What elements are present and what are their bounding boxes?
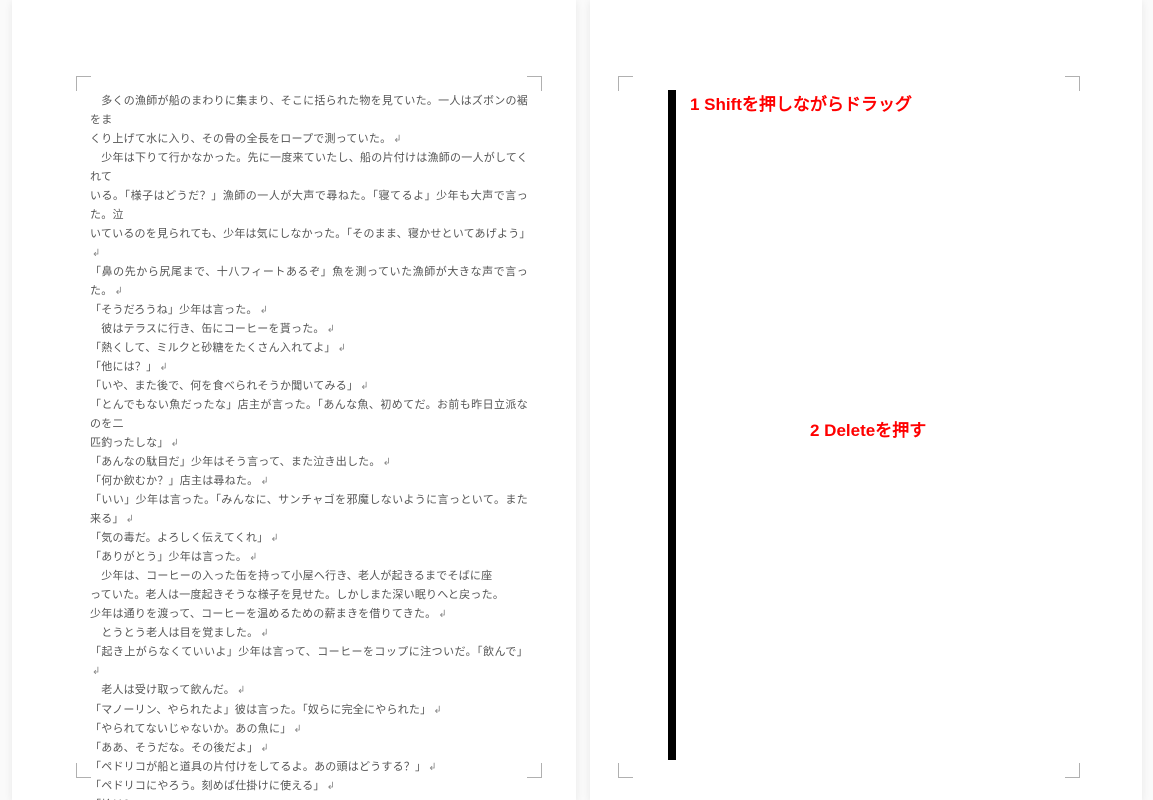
- paragraph-mark-icon: ↲: [260, 305, 269, 316]
- document-canvas: 多くの漁師が船のまわりに集まり、そこに括られた物を見ていた。一人はズボンの裾をま…: [0, 0, 1153, 800]
- annotation-delete: 2 Deleteを押す: [810, 416, 926, 441]
- paragraph-mark-icon: ↲: [360, 381, 369, 392]
- paragraph-mark-icon: ↲: [270, 533, 279, 544]
- paragraph-mark-icon: ↲: [171, 438, 180, 449]
- paragraph-mark-icon: ↲: [114, 286, 123, 297]
- paragraph-mark-icon: ↲: [327, 781, 336, 792]
- paragraph-mark-icon: ↲: [260, 628, 269, 639]
- paragraph-mark-icon: ↲: [159, 362, 168, 373]
- crop-mark: [618, 76, 633, 91]
- body-text-block: 多くの漁師が船のまわりに集まり、そこに括られた物を見ていた。一人はズボンの裾をま…: [90, 92, 528, 800]
- body-line: 「ペドリコにやろう。刻めば仕掛けに使える」↲: [90, 777, 528, 796]
- body-line: 「ああ、そうだな。その後だよ」↲: [90, 739, 528, 758]
- paragraph-mark-icon: ↲: [92, 248, 101, 259]
- selected-narrow-column[interactable]: [668, 90, 676, 760]
- body-line: 匹釣ったしな」↲: [90, 434, 528, 453]
- body-line: 少年は通りを渡って、コーヒーを温めるための薪まきを借りてきた。↲: [90, 605, 528, 624]
- body-line: 「熱くして、ミルクと砂糖をたくさん入れてよ」↲: [90, 339, 528, 358]
- body-line: 「あんなの駄目だ」少年はそう言って、また泣き出した。↲: [90, 453, 528, 472]
- crop-mark: [527, 763, 542, 778]
- paragraph-mark-icon: ↲: [126, 514, 135, 525]
- body-line: 「ありがとう」少年は言った。↲: [90, 548, 528, 567]
- body-line: 多くの漁師が船のまわりに集まり、そこに括られた物を見ていた。一人はズボンの裾をま: [90, 92, 528, 130]
- page-left: 多くの漁師が船のまわりに集まり、そこに括られた物を見ていた。一人はズボンの裾をま…: [12, 0, 576, 800]
- page-right: [590, 0, 1142, 800]
- body-line: 「起き上がらなくていいよ」少年は言って、コーヒーをコップに注ついだ。「飲んで」↲: [90, 643, 528, 681]
- body-line: 「他には？」↲: [90, 358, 528, 377]
- body-line: 「とんでもない魚だったな」店主が言った。「あんな魚、初めてだ。お前も昨日立派なの…: [90, 396, 528, 434]
- paragraph-mark-icon: ↲: [249, 552, 258, 563]
- paragraph-mark-icon: ↲: [428, 762, 437, 773]
- body-line: 少年は、コーヒーの入った缶を持って小屋へ行き、老人が起きるまでそばに座: [90, 567, 528, 586]
- body-line: っていた。老人は一度起きそうな様子を見せた。しかしまた深い眠りへと戻った。: [90, 586, 528, 605]
- body-line: 「何か飲むか？」店主は尋ねた。↲: [90, 472, 528, 491]
- crop-mark: [76, 76, 91, 91]
- paragraph-mark-icon: ↲: [338, 343, 347, 354]
- body-line: 「気の毒だ。よろしく伝えてくれ」↲: [90, 529, 528, 548]
- body-line: くり上げて水に入り、その骨の全長をロープで測っていた。↲: [90, 130, 528, 149]
- crop-mark: [1065, 763, 1080, 778]
- crop-mark: [618, 763, 633, 778]
- body-line: 少年は下りて行かなかった。先に一度来ていたし、船の片付けは漁師の一人がしてくれて: [90, 149, 528, 187]
- paragraph-mark-icon: ↲: [293, 724, 302, 735]
- body-line: 「マノーリン、やられたよ」彼は言った。「奴らに完全にやられた」↲: [90, 701, 528, 720]
- paragraph-mark-icon: ↲: [383, 457, 392, 468]
- crop-mark: [1065, 76, 1080, 91]
- paragraph-mark-icon: ↲: [237, 685, 246, 696]
- crop-mark: [76, 763, 91, 778]
- body-line: いているのを見られても、少年は気にしなかった。「そのまま、寝かせといてあげよう」…: [90, 225, 528, 263]
- body-line: 「いい」少年は言った。「みんなに、サンチャゴを邪魔しないように言っといて。また来…: [90, 491, 528, 529]
- body-line: 老人は受け取って飲んだ。↲: [90, 681, 528, 700]
- crop-mark: [527, 76, 542, 91]
- body-line: 「鼻の先から尻尾まで、十八フィートあるぞ」魚を測っていた漁師が大きな声で言った。…: [90, 263, 528, 301]
- body-line: とうとう老人は目を覚ました。↲: [90, 624, 528, 643]
- paragraph-mark-icon: ↲: [260, 743, 269, 754]
- body-line: 「そうだろうね」少年は言った。↲: [90, 301, 528, 320]
- body-line: 「いや、また後で、何を食べられそうか聞いてみる」↲: [90, 377, 528, 396]
- body-line: 「槍は？」↲: [90, 796, 528, 800]
- annotation-shift-drag: 1 Shiftを押しながらドラッグ: [690, 90, 912, 115]
- paragraph-mark-icon: ↲: [438, 609, 447, 620]
- paragraph-mark-icon: ↲: [327, 324, 336, 335]
- body-line: 「ペドリコが船と道具の片付けをしてるよ。あの頭はどうする？」↲: [90, 758, 528, 777]
- body-line: 「やられてないじゃないか。あの魚に」↲: [90, 720, 528, 739]
- body-line: 彼はテラスに行き、缶にコーヒーを貰った。↲: [90, 320, 528, 339]
- body-line: いる。「様子はどうだ？」漁師の一人が大声で尋ねた。「寝てるよ」少年も大声で言った…: [90, 187, 528, 225]
- paragraph-mark-icon: ↲: [260, 476, 269, 487]
- paragraph-mark-icon: ↲: [393, 134, 402, 145]
- paragraph-mark-icon: ↲: [92, 666, 101, 677]
- paragraph-mark-icon: ↲: [433, 705, 442, 716]
